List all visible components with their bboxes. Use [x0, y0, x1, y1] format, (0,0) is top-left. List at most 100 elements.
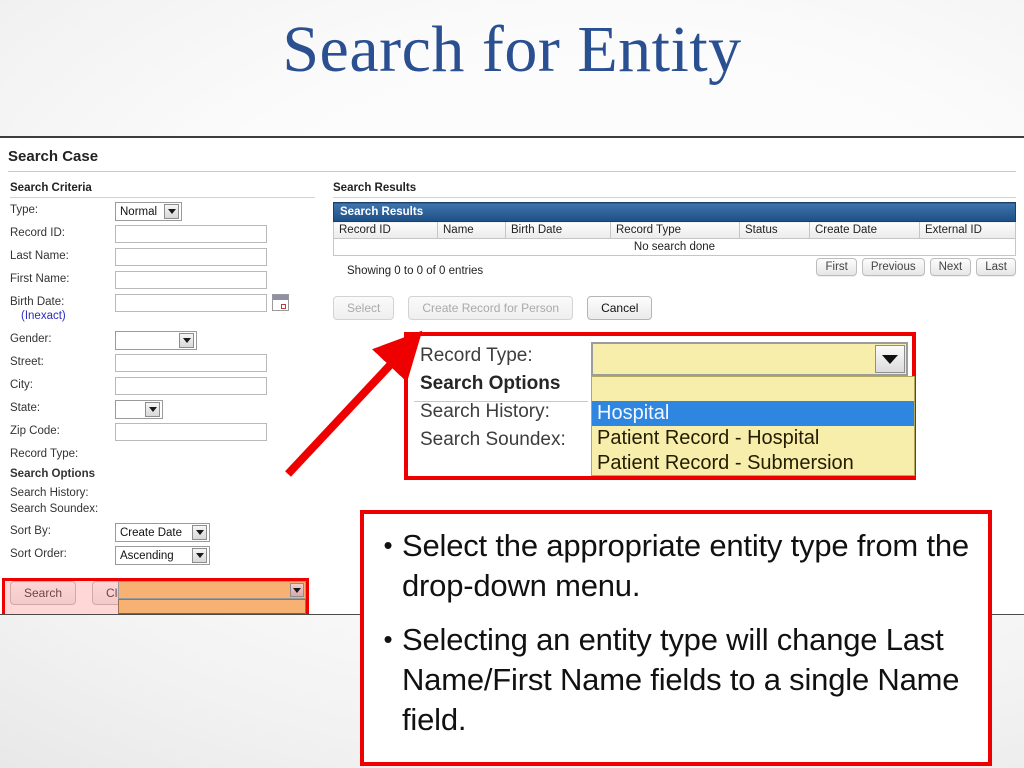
- record-type-option-hospital[interactable]: Hospital: [119, 613, 305, 614]
- callout-label-column: Record Type: Search Options Search Histo…: [420, 342, 598, 454]
- pager-first-button[interactable]: First: [816, 258, 857, 276]
- sort-by-select[interactable]: Create Date: [115, 523, 210, 542]
- city-input[interactable]: [115, 377, 267, 395]
- field-label-search-history: Search History:: [10, 487, 89, 499]
- magnified-dropdown-callout: Record Type: Search Options Search Histo…: [404, 332, 916, 480]
- pager-next-button[interactable]: Next: [929, 258, 972, 276]
- sort-by-select-value: Create Date: [120, 526, 183, 539]
- field-record-id: Record ID:: [10, 225, 320, 248]
- pager-previous-button[interactable]: Previous: [861, 258, 925, 276]
- field-state: State:: [10, 400, 320, 423]
- column-external-id: External ID: [919, 221, 1016, 239]
- callout-record-type-label: Record Type:: [420, 345, 533, 366]
- field-label-record-type: Record Type:: [10, 448, 79, 460]
- page-title: Search for Entity: [282, 13, 742, 86]
- column-birth-date: Birth Date: [505, 221, 611, 239]
- chevron-down-icon: [875, 345, 905, 373]
- field-first-name: First Name:: [10, 271, 320, 294]
- gender-select[interactable]: [115, 331, 197, 350]
- field-label-sort-order: Sort Order:: [10, 548, 67, 560]
- search-results-pane: Search Results Record ID Name Birth Date…: [333, 202, 1016, 320]
- field-label-last-name: Last Name:: [10, 250, 69, 262]
- create-record-for-person-button[interactable]: Create Record for Person: [408, 296, 574, 320]
- column-create-date: Create Date: [809, 221, 920, 239]
- state-select[interactable]: [115, 400, 163, 419]
- pager-last-button[interactable]: Last: [976, 258, 1016, 276]
- chevron-down-icon: [145, 402, 160, 417]
- chevron-down-icon: [164, 204, 179, 219]
- callout-option-hospital[interactable]: Hospital: [592, 401, 914, 426]
- bullet-text-2: Selecting an entity type will change Las…: [402, 622, 960, 737]
- calendar-icon[interactable]: [272, 294, 289, 311]
- search-results-heading: Search Results: [333, 182, 1016, 198]
- field-search-soundex: Search Soundex:: [10, 501, 320, 523]
- type-select-value: Normal: [120, 205, 158, 218]
- column-record-id: Record ID: [333, 221, 438, 239]
- callout-option-blank[interactable]: [592, 377, 914, 401]
- record-type-option-blank[interactable]: [119, 600, 305, 613]
- search-criteria-heading: Search Criteria: [10, 182, 315, 198]
- callout-search-options-label: Search Options: [420, 372, 561, 394]
- field-city: City:: [10, 377, 320, 400]
- last-name-input[interactable]: [115, 248, 267, 266]
- callout-arrow-icon: [285, 330, 423, 477]
- pagination-controls: First Previous Next Last: [816, 258, 1016, 276]
- bullet-icon: •: [383, 530, 393, 560]
- chevron-down-icon: [179, 333, 194, 348]
- field-label-first-name: First Name:: [10, 273, 70, 285]
- select-button[interactable]: Select: [333, 296, 395, 320]
- callout-option-patient-record-submersion[interactable]: Patient Record - Submersion: [592, 451, 914, 475]
- field-zip-code: Zip Code:: [10, 423, 320, 446]
- results-table-caption: Search Results: [333, 202, 1016, 222]
- callout-divider: [414, 401, 588, 402]
- cancel-button[interactable]: Cancel: [587, 296, 653, 320]
- record-type-select[interactable]: [118, 581, 306, 599]
- type-select[interactable]: Normal: [115, 202, 182, 221]
- table-header-row: Record ID Name Birth Date Record Type St…: [333, 221, 1016, 239]
- field-label-search-soundex: Search Soundex:: [10, 503, 99, 515]
- bullet-text-1: Select the appropriate entity type from …: [402, 528, 969, 603]
- field-sublabel-birth-date-inexact: (Inexact): [21, 310, 66, 322]
- field-label-record-id: Record ID:: [10, 227, 65, 239]
- field-record-type: Record Type:: [10, 446, 320, 466]
- field-label-street: Street:: [10, 356, 44, 368]
- birth-date-input[interactable]: [115, 294, 267, 312]
- zip-code-input[interactable]: [115, 423, 267, 441]
- search-criteria-form: Type: Normal Record ID: Last Name: First…: [10, 202, 320, 605]
- field-birth-date: Birth Date: (Inexact): [10, 294, 320, 331]
- field-sort-order: Sort Order: Ascending: [10, 546, 320, 569]
- field-sort-by: Sort By: Create Date: [10, 523, 320, 546]
- field-label-sort-by: Sort By:: [10, 525, 51, 537]
- empty-results-message: No search done: [333, 238, 1016, 256]
- list-item: • Selecting an entity type will change L…: [374, 620, 972, 740]
- chevron-down-icon: [192, 548, 207, 563]
- field-label-state: State:: [10, 402, 41, 414]
- sort-order-select-value: Ascending: [120, 549, 174, 562]
- results-action-buttons: Select Create Record for Person Cancel: [333, 296, 653, 320]
- record-type-option-list[interactable]: Hospital Patient Record - Hospital Patie…: [118, 599, 306, 614]
- field-label-birth-date: Birth Date:: [10, 296, 65, 308]
- app-page-title: Search Case: [8, 148, 1016, 172]
- list-item: • Select the appropriate entity type fro…: [374, 526, 972, 606]
- results-info-text: Showing 0 to 0 of 0 entries: [347, 265, 484, 277]
- field-label-type: Type:: [10, 204, 39, 216]
- callout-option-list[interactable]: Hospital Patient Record - Hospital Patie…: [591, 376, 915, 476]
- field-last-name: Last Name:: [10, 248, 320, 271]
- field-label-city: City:: [10, 379, 33, 391]
- callout-search-history-label: Search History:: [420, 400, 550, 422]
- search-results-table: Search Results Record ID Name Birth Date…: [333, 202, 1016, 256]
- street-input[interactable]: [115, 354, 267, 372]
- callout-record-type-select[interactable]: [591, 342, 908, 376]
- column-status: Status: [739, 221, 810, 239]
- first-name-input[interactable]: [115, 271, 267, 289]
- instructions-box: • Select the appropriate entity type fro…: [360, 510, 992, 766]
- sort-order-select[interactable]: Ascending: [115, 546, 210, 565]
- field-label-zip-code: Zip Code:: [10, 425, 60, 437]
- record-id-input[interactable]: [115, 225, 267, 243]
- field-type: Type: Normal: [10, 202, 320, 225]
- column-name: Name: [437, 221, 506, 239]
- field-street: Street:: [10, 354, 320, 377]
- field-gender: Gender:: [10, 331, 320, 354]
- callout-option-patient-record-hospital[interactable]: Patient Record - Hospital: [592, 426, 914, 451]
- table-row: No search done: [333, 238, 1016, 256]
